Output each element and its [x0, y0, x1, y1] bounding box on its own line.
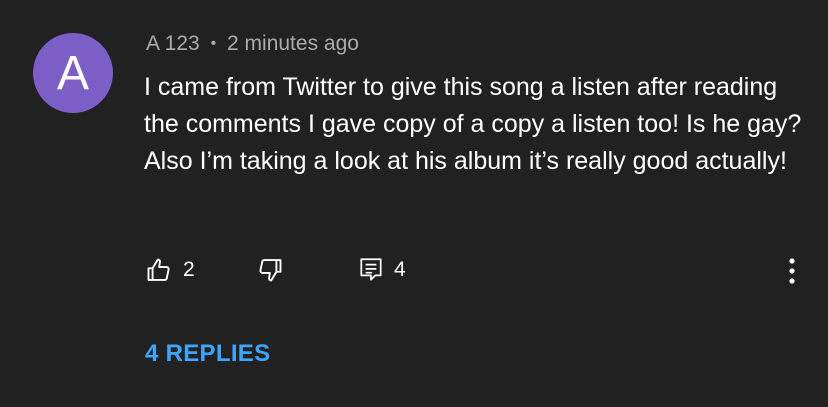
more-options-button[interactable]: [778, 256, 806, 286]
avatar[interactable]: A: [33, 33, 113, 113]
comment-timestamp: 2 minutes ago: [227, 32, 359, 55]
more-vertical-icon: [778, 256, 806, 286]
thumbs-down-icon: [256, 256, 284, 284]
like-button[interactable]: 2: [145, 252, 195, 288]
like-count: 2: [183, 258, 195, 281]
comment-text: I came from Twitter to give this song a …: [144, 73, 802, 175]
view-replies-link[interactable]: 4 REPLIES: [145, 340, 270, 368]
thumbs-up-icon: [145, 256, 173, 284]
avatar-letter: A: [56, 46, 89, 100]
reply-count: 4: [394, 258, 406, 281]
meta-separator: •: [210, 35, 217, 52]
author-name[interactable]: A 123: [146, 32, 200, 55]
comment-header: A 123 • 2 minutes ago: [146, 32, 359, 56]
reply-button[interactable]: 4: [358, 252, 406, 288]
comment-icon: [358, 256, 384, 284]
dislike-button[interactable]: [256, 252, 284, 288]
